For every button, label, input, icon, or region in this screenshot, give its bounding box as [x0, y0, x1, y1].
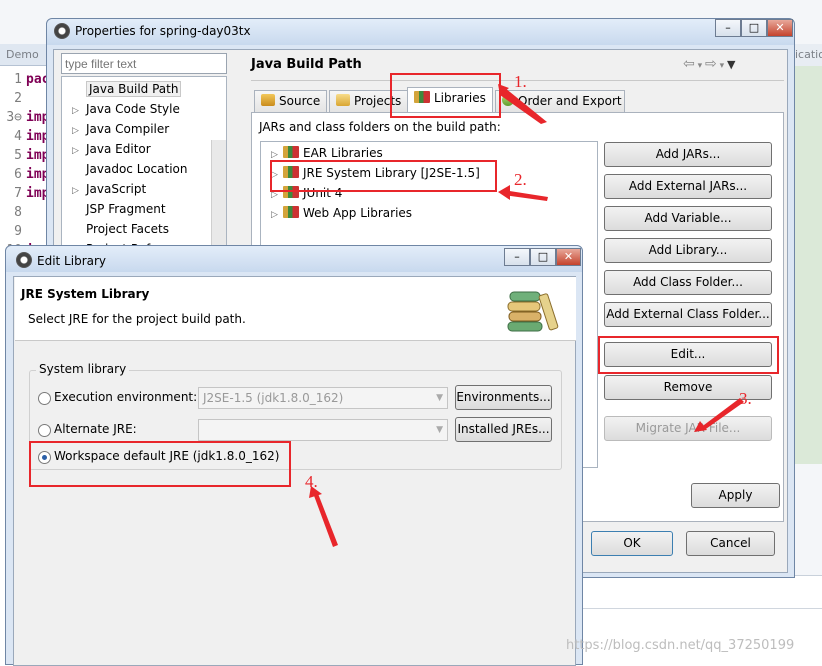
arrow-icon	[498, 185, 510, 200]
arrow-icon	[313, 491, 338, 547]
arrow-icon	[500, 88, 547, 124]
arrow-icon	[700, 398, 744, 431]
watermark-text: https://blog.csdn.net/qq_37250199	[566, 638, 795, 653]
annotation-arrows	[309, 84, 744, 547]
